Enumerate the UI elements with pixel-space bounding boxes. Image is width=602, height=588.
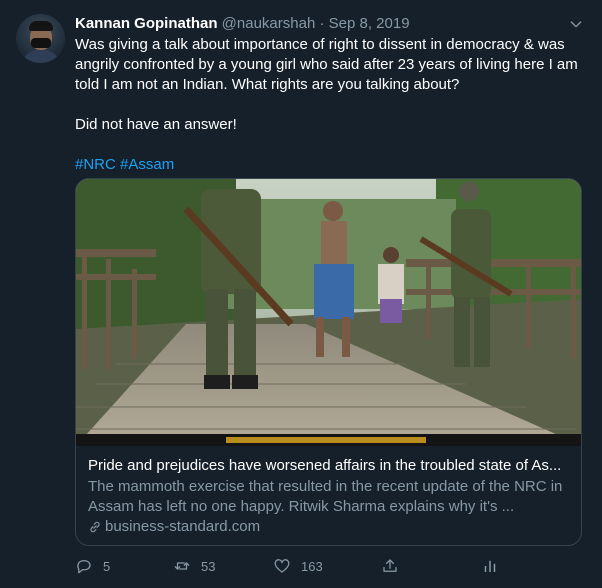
- tweet-date[interactable]: Sep 8, 2019: [329, 15, 410, 32]
- retweet-count: 53: [201, 558, 216, 574]
- meta-separator: ·: [319, 15, 325, 32]
- chevron-down-icon: [570, 21, 582, 28]
- card-description: The mammoth exercise that resulted in th…: [88, 478, 563, 515]
- action-bar: 5 53 163: [75, 556, 515, 576]
- share-button[interactable]: [381, 556, 399, 576]
- share-icon: [383, 559, 397, 572]
- avatar-mask: [31, 38, 51, 48]
- link-icon: [90, 521, 100, 533]
- link-card[interactable]: Pride and prejudices have worsened affai…: [75, 178, 582, 546]
- avatar[interactable]: [16, 14, 65, 63]
- like-count: 163: [301, 558, 323, 574]
- card-text: Pride and prejudices have worsened affai…: [76, 446, 581, 537]
- like-button[interactable]: 163: [273, 556, 323, 576]
- card-image: [76, 179, 581, 446]
- card-title[interactable]: Pride and prejudices have worsened affai…: [88, 456, 571, 476]
- analytics-button[interactable]: [481, 556, 499, 576]
- tweet-paragraph-1: Was giving a talk about importance of ri…: [75, 36, 578, 93]
- card-domain-text: business-standard.com: [105, 518, 261, 535]
- reply-icon: [77, 560, 91, 574]
- tweet-header: Kannan Gopinathan @naukarshah · Sep 8, 2…: [75, 14, 410, 34]
- retweet-button[interactable]: 53: [173, 556, 215, 576]
- reply-count: 5: [103, 558, 111, 574]
- reply-button[interactable]: 5: [75, 556, 110, 576]
- author-name[interactable]: Kannan Gopinathan: [75, 15, 218, 32]
- card-domain[interactable]: business-standard.com: [88, 517, 571, 537]
- tweet-paragraph-2: Did not have an answer!: [75, 116, 237, 133]
- tweet-body: Was giving a talk about importance of ri…: [75, 35, 580, 175]
- tweet[interactable]: Kannan Gopinathan @naukarshah · Sep 8, 2…: [0, 0, 602, 588]
- more-options-button[interactable]: [566, 14, 586, 34]
- author-handle[interactable]: @naukarshah: [222, 15, 316, 32]
- avatar-shirt: [22, 50, 60, 63]
- like-icon: [274, 559, 290, 573]
- analytics-icon: [484, 560, 496, 572]
- tweet-hashtags[interactable]: #NRC #Assam: [75, 155, 580, 175]
- retweet-icon: [174, 562, 190, 570]
- avatar-hair: [29, 21, 53, 31]
